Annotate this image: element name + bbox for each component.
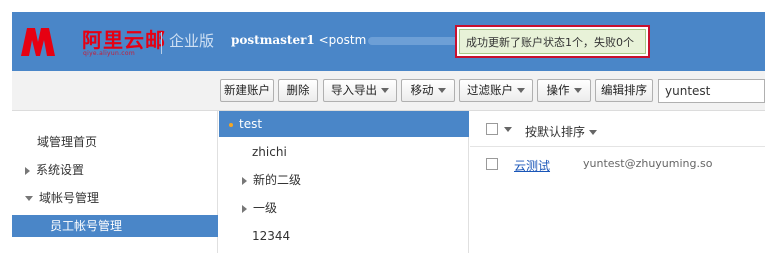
chevron-down-icon bbox=[517, 88, 525, 93]
filter-account-button[interactable]: 过滤账户 bbox=[459, 79, 533, 102]
chevron-down-icon bbox=[381, 88, 389, 93]
chevron-down-icon[interactable] bbox=[504, 127, 512, 132]
sidebar-item-staff-accounts[interactable]: 员工帐号管理 bbox=[12, 215, 218, 237]
triangle-right-icon[interactable] bbox=[242, 176, 247, 185]
move-button[interactable]: 移动 bbox=[401, 79, 455, 102]
user-account[interactable]: postmaster1 <postm> bbox=[231, 33, 482, 47]
app-header: 阿里云邮 qiye.aliyun.com 企业版 postmaster1 <po… bbox=[12, 12, 765, 71]
sidebar-item-label: 域帐号管理 bbox=[39, 191, 100, 205]
select-all-checkbox[interactable] bbox=[486, 123, 498, 135]
user-name: postmaster1 bbox=[231, 33, 315, 47]
brand-name: 阿里云邮 bbox=[82, 28, 166, 52]
triangle-down-icon bbox=[25, 196, 33, 201]
aliyun-mail-logo-icon bbox=[21, 28, 55, 56]
sort-dropdown[interactable]: 按默认排序 bbox=[525, 123, 598, 140]
edition-label: 企业版 bbox=[169, 32, 215, 50]
sidebar-item-domain-accounts[interactable]: 域帐号管理 bbox=[12, 187, 218, 209]
edit-sort-button[interactable]: 编辑排序 bbox=[595, 79, 653, 102]
row-checkbox[interactable] bbox=[486, 158, 498, 170]
triangle-right-icon bbox=[25, 166, 30, 175]
sidebar-item-label: 员工帐号管理 bbox=[50, 219, 123, 233]
sidebar-item-label: 域管理首页 bbox=[37, 135, 98, 149]
new-account-button[interactable]: 新建账户 bbox=[220, 79, 274, 102]
list-header: 按默认排序 bbox=[470, 111, 765, 147]
chevron-down-icon bbox=[573, 88, 582, 93]
account-email: yuntest@zhuyuming.so bbox=[583, 157, 713, 170]
delete-button[interactable]: 删除 bbox=[278, 79, 318, 102]
chevron-down-icon bbox=[589, 130, 598, 135]
department-tree: test zhichi 新的二级 一级 12344 bbox=[219, 111, 469, 253]
import-export-button[interactable]: 导入导出 bbox=[323, 79, 397, 102]
tree-item-12344[interactable]: 12344 bbox=[219, 223, 469, 249]
status-toast: 成功更新了账户状态1个，失败0个 bbox=[455, 25, 650, 58]
sidebar-item-domain-home[interactable]: 域管理首页 bbox=[12, 131, 218, 153]
account-list: 按默认排序 云测试 yuntest@zhuyuming.so bbox=[470, 111, 765, 253]
tree-item-zhichi[interactable]: zhichi bbox=[219, 139, 469, 165]
user-email-prefix: <postm bbox=[318, 33, 367, 47]
tree-item-level1[interactable]: 一级 bbox=[219, 195, 469, 221]
chevron-down-icon bbox=[437, 88, 446, 93]
bullet-icon bbox=[229, 122, 233, 127]
toast-message: 成功更新了账户状态1个，失败0个 bbox=[459, 29, 646, 54]
tree-item-test[interactable]: test bbox=[219, 111, 469, 137]
operations-button[interactable]: 操作 bbox=[537, 79, 591, 102]
sidebar-item-system-settings[interactable]: 系统设置 bbox=[12, 159, 218, 181]
search-input[interactable] bbox=[658, 79, 765, 103]
brand-divider bbox=[161, 32, 162, 54]
account-name-link[interactable]: 云测试 bbox=[514, 157, 550, 174]
sidebar-item-label: 系统设置 bbox=[36, 163, 85, 177]
toolbar: 新建账户 删除 导入导出 移动 过滤账户 操作 编辑排序 bbox=[12, 71, 765, 111]
tree-item-new-level2[interactable]: 新的二级 bbox=[219, 167, 469, 193]
sidebar: 域管理首页 系统设置 域帐号管理 员工帐号管理 bbox=[12, 111, 218, 253]
brand-subtitle: qiye.aliyun.com bbox=[83, 50, 136, 57]
triangle-right-icon[interactable] bbox=[242, 204, 247, 213]
